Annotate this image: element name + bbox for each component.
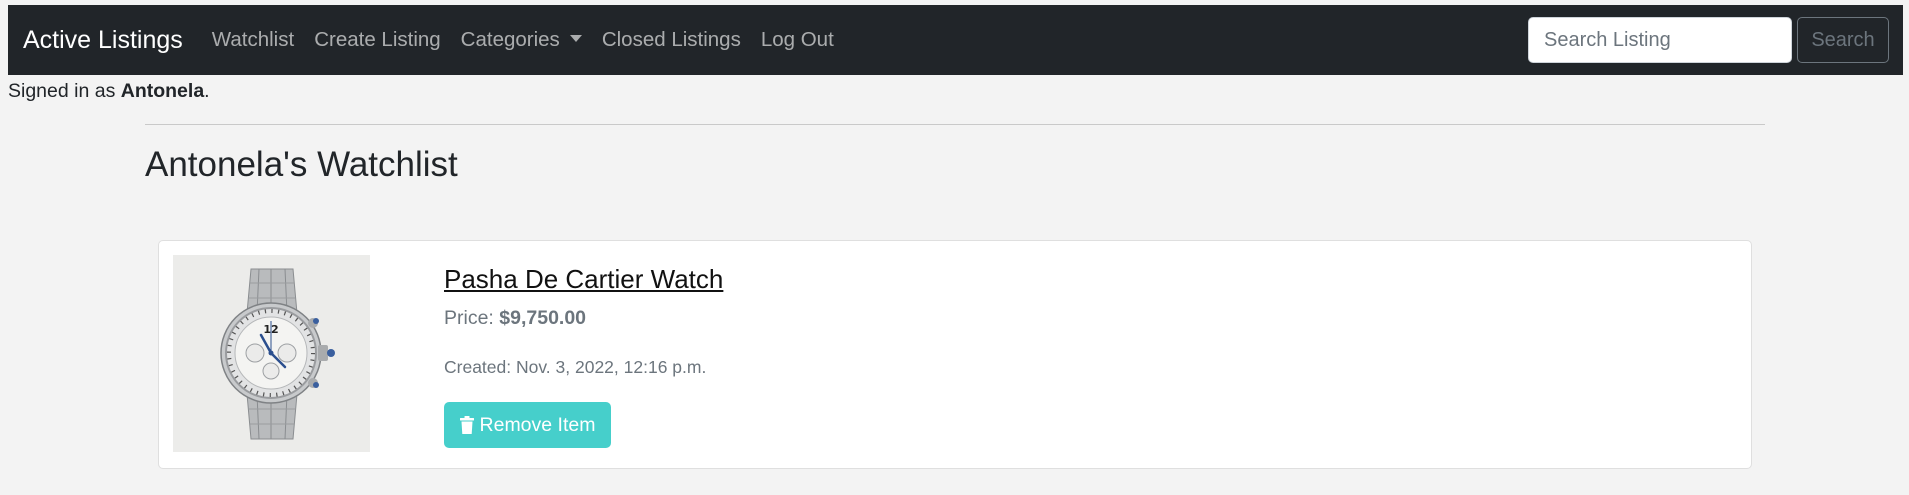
nav-links: Watchlist Create Listing Categories Clos…	[212, 28, 854, 52]
watchlist-item-card: 12 Pasha De Cartier Watch Price: $9,750.…	[158, 240, 1752, 469]
trash-icon	[459, 416, 474, 434]
divider	[145, 124, 1765, 125]
chevron-down-icon	[569, 34, 582, 42]
signed-in-prefix: Signed in as	[8, 80, 121, 102]
search-input[interactable]	[1528, 17, 1792, 63]
signed-in-username: Antonela	[120, 80, 205, 102]
page-title: Antonela's Watchlist	[145, 145, 458, 184]
nav-dropdown-categories-label: Categories	[460, 28, 560, 51]
remove-item-label: Remove Item	[479, 413, 596, 436]
listing-price: Price: $9,750.00	[444, 307, 586, 330]
nav-link-watchlist[interactable]: Watchlist	[212, 28, 294, 52]
price-value: $9,750.00	[499, 307, 587, 329]
top-navbar: Active Listings Watchlist Create Listing…	[8, 5, 1903, 75]
listing-title-link[interactable]: Pasha De Cartier Watch	[444, 264, 723, 295]
remove-item-button[interactable]: Remove Item	[444, 402, 611, 448]
nav-link-log-out[interactable]: Log Out	[761, 28, 834, 52]
brand-link[interactable]: Active Listings	[23, 27, 183, 53]
price-label: Price:	[444, 307, 500, 329]
search-button[interactable]: Search	[1797, 17, 1889, 63]
nav-dropdown-categories[interactable]: Categories	[461, 28, 582, 52]
nav-link-create-listing[interactable]: Create Listing	[314, 28, 440, 52]
signed-in-suffix: .	[204, 80, 210, 102]
signed-in-status: Signed in as Antonela.	[8, 80, 210, 103]
listing-created-date: Created: Nov. 3, 2022, 12:16 p.m.	[444, 357, 707, 377]
watch-image[interactable]: 12	[173, 255, 370, 452]
nav-link-closed-listings[interactable]: Closed Listings	[602, 28, 741, 52]
